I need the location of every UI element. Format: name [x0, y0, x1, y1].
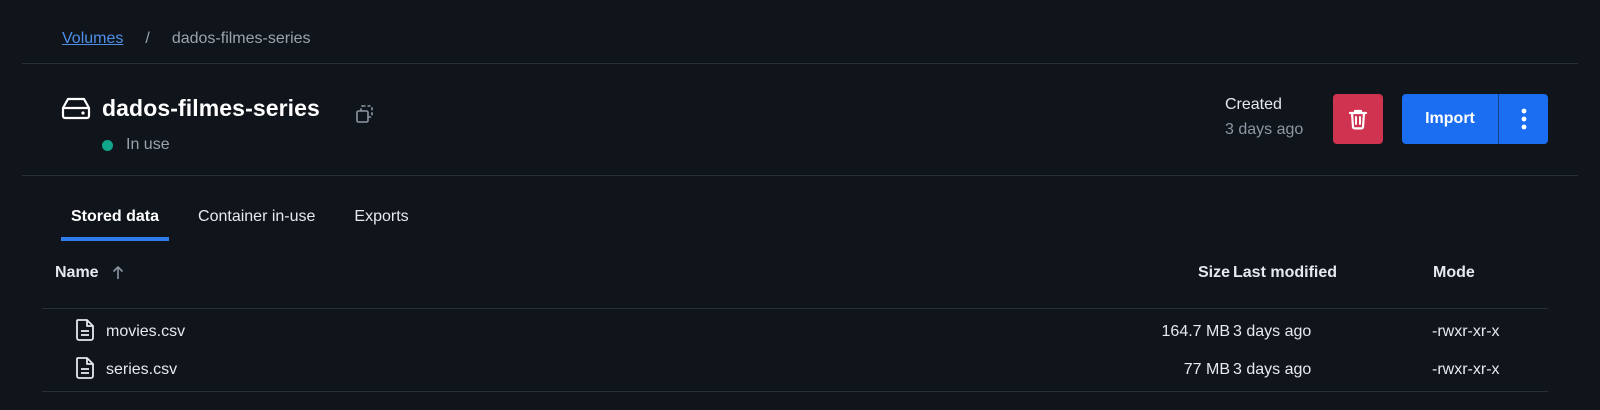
file-name: series.csv — [106, 361, 178, 378]
created-info: Created 3 days ago — [1225, 96, 1303, 139]
file-mode: -rwxr-xr-x — [1432, 361, 1500, 378]
sort-ascending-icon — [112, 266, 123, 279]
column-header-name[interactable]: Name — [55, 264, 125, 282]
file-name: movies.csv — [106, 323, 186, 340]
column-header-name-label: Name — [55, 264, 99, 281]
file-last-modified: 3 days ago — [1233, 323, 1312, 340]
hard-drive-icon — [61, 97, 91, 120]
divider — [22, 175, 1578, 176]
column-header-mode[interactable]: Mode — [1433, 264, 1475, 282]
file-icon — [76, 319, 94, 341]
import-button[interactable]: Import — [1402, 94, 1498, 144]
tab-container-in-use[interactable]: Container in-use — [188, 208, 325, 241]
delete-button[interactable] — [1333, 94, 1383, 144]
copy-icon[interactable] — [354, 103, 376, 125]
volume-detail-page: Volumes / dados-filmes-series dados-film… — [0, 0, 1600, 410]
volume-title: dados-filmes-series — [102, 95, 320, 121]
file-mode: -rwxr-xr-x — [1432, 323, 1500, 340]
trash-icon — [1348, 109, 1368, 130]
breadcrumb-current: dados-filmes-series — [171, 30, 311, 47]
file-size: 164.7 MB — [1161, 323, 1230, 340]
import-button-group: Import — [1402, 94, 1548, 144]
tab-bar: Stored data Container in-use Exports — [61, 208, 438, 241]
table-row[interactable]: movies.csv 164.7 MB 3 days ago -rwxr-xr-… — [42, 313, 1548, 351]
status-badge: In use — [102, 136, 170, 154]
file-icon — [76, 357, 94, 379]
breadcrumb-separator: / — [145, 30, 150, 47]
kebab-menu-icon — [1521, 108, 1526, 130]
created-label: Created — [1225, 96, 1282, 113]
column-header-size[interactable]: Size — [1198, 264, 1230, 282]
divider — [42, 308, 1548, 309]
table-row[interactable]: series.csv 77 MB 3 days ago -rwxr-xr-x — [42, 351, 1548, 389]
divider — [22, 63, 1578, 64]
file-last-modified: 3 days ago — [1233, 361, 1312, 378]
button-divider — [1498, 94, 1499, 144]
breadcrumb: Volumes / dados-filmes-series — [62, 30, 311, 48]
divider — [42, 391, 1548, 392]
breadcrumb-volumes-link[interactable]: Volumes — [62, 30, 123, 48]
status-dot-icon — [102, 139, 113, 151]
tab-exports[interactable]: Exports — [344, 208, 418, 241]
column-header-last-modified[interactable]: Last modified — [1233, 264, 1337, 282]
file-size: 77 MB — [1183, 361, 1230, 378]
created-value: 3 days ago — [1225, 121, 1304, 138]
tab-stored-data[interactable]: Stored data — [61, 208, 170, 241]
status-text: In use — [126, 136, 170, 153]
more-options-button[interactable] — [1499, 94, 1548, 144]
